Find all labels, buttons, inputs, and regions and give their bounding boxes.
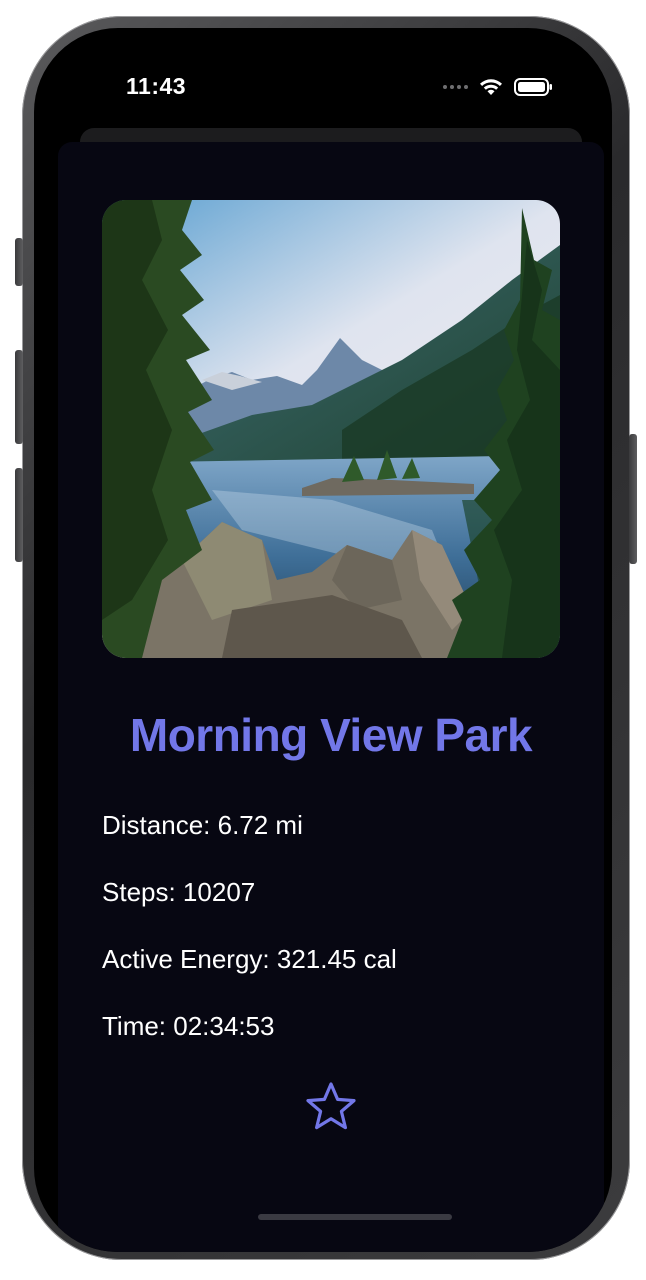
power-button (629, 434, 637, 564)
screen: 11:43 Morning View Park Distance: 6.72 m… (34, 28, 612, 1252)
park-image (102, 200, 560, 658)
signal-dots-icon (443, 85, 468, 89)
star-outline-icon (306, 1082, 356, 1130)
home-indicator[interactable] (258, 1214, 452, 1220)
status-icons (443, 72, 554, 102)
volume-down-button (15, 468, 23, 562)
battery-icon (514, 78, 552, 96)
active-energy-stat: Active Energy: 321.45 cal (102, 944, 397, 974)
park-title: Morning View Park (129, 709, 533, 761)
action-button (15, 238, 23, 286)
status-bar: 11:43 (34, 28, 612, 138)
time-stat: Time: 02:34:53 (102, 1011, 275, 1041)
distance-stat: Distance: 6.72 mi (102, 810, 303, 840)
favorite-button[interactable] (304, 1080, 358, 1134)
steps-stat: Steps: 10207 (102, 877, 256, 907)
status-time: 11:43 (126, 73, 187, 99)
park-detail-sheet: Morning View Park Distance: 6.72 mi Step… (58, 142, 604, 1252)
volume-up-button (15, 350, 23, 444)
dynamic-island (244, 68, 424, 112)
wifi-icon (480, 79, 502, 95)
